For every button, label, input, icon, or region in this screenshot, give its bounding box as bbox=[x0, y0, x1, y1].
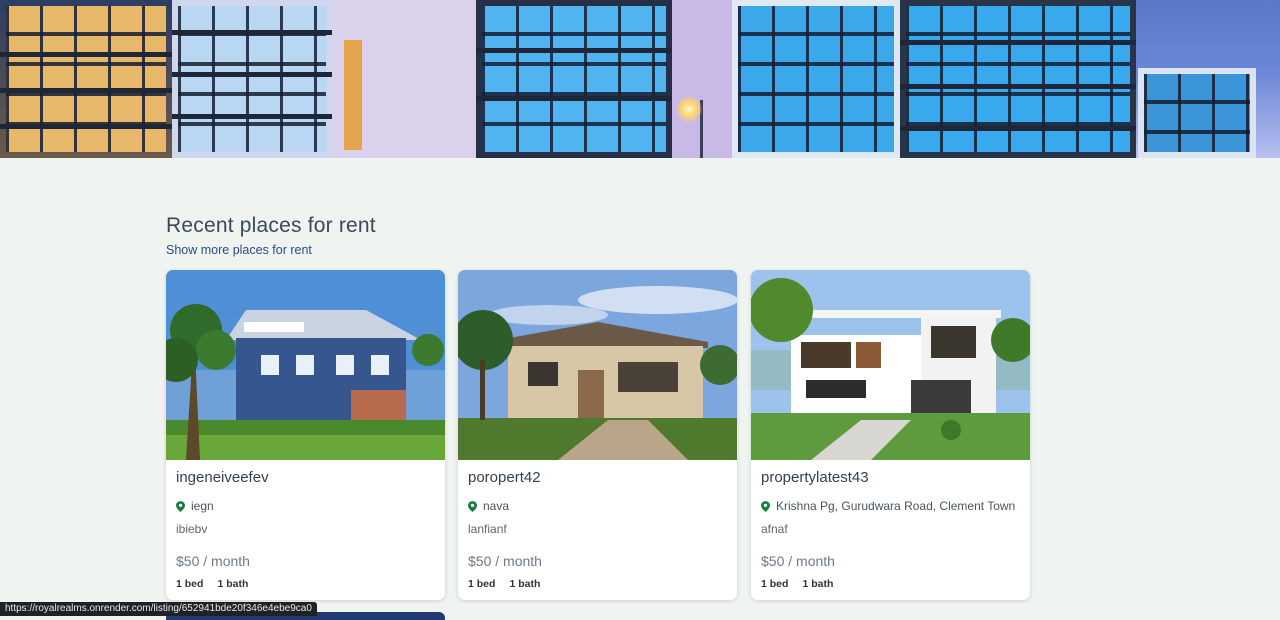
listing-card[interactable]: poropert42 nava lanfianf $50 / month 1 b… bbox=[458, 270, 737, 600]
listing-image[interactable] bbox=[458, 270, 737, 460]
map-pin-icon bbox=[468, 500, 477, 512]
map-pin-icon bbox=[176, 500, 185, 512]
listing-card[interactable]: ingeneiveefev iegn ibiebv $50 / month 1 … bbox=[166, 270, 445, 600]
bath-count: 1 bath bbox=[802, 578, 834, 590]
location-text: iegn bbox=[191, 499, 214, 513]
listing-features: 1 bed 1 bath bbox=[761, 578, 833, 590]
listing-location: Krishna Pg, Gurudwara Road, Clement Town bbox=[761, 499, 1015, 513]
listing-location: iegn bbox=[176, 499, 214, 513]
listing-title[interactable]: poropert42 bbox=[468, 469, 541, 486]
bed-count: 1 bed bbox=[468, 578, 496, 590]
building bbox=[172, 0, 332, 158]
map-pin-icon bbox=[761, 500, 770, 512]
listing-grid: ingeneiveefev iegn ibiebv $50 / month 1 … bbox=[166, 270, 1030, 600]
bed-count: 1 bed bbox=[761, 578, 789, 590]
listing-features: 1 bed 1 bath bbox=[468, 578, 540, 590]
listing-price: $50 / month bbox=[761, 553, 835, 569]
lamp-light bbox=[676, 96, 702, 122]
building bbox=[0, 0, 172, 158]
listing-price: $50 / month bbox=[176, 553, 250, 569]
building bbox=[732, 0, 900, 158]
show-more-link[interactable]: Show more places for rent bbox=[166, 243, 312, 257]
location-text: Krishna Pg, Gurudwara Road, Clement Town bbox=[776, 499, 1016, 513]
bed-count: 1 bed bbox=[176, 578, 204, 590]
building bbox=[332, 0, 476, 158]
listing-description: afnaf bbox=[761, 522, 788, 536]
listing-image[interactable] bbox=[166, 270, 445, 460]
hero-banner-image bbox=[0, 0, 1280, 158]
bath-count: 1 bath bbox=[217, 578, 249, 590]
location-text: nava bbox=[483, 499, 510, 513]
section-title: Recent places for rent bbox=[166, 214, 376, 237]
bath-count: 1 bath bbox=[509, 578, 541, 590]
listing-description: ibiebv bbox=[176, 522, 208, 536]
building bbox=[900, 0, 1136, 158]
building bbox=[1138, 68, 1256, 158]
listing-features: 1 bed 1 bath bbox=[176, 578, 248, 590]
listing-description: lanfianf bbox=[468, 522, 507, 536]
link-preview-status-bar: https://royalrealms.onrender.com/listing… bbox=[0, 602, 317, 616]
listing-title[interactable]: ingeneiveefev bbox=[176, 469, 269, 486]
listing-price: $50 / month bbox=[468, 553, 542, 569]
listing-image[interactable] bbox=[751, 270, 1030, 460]
listing-location: nava bbox=[468, 499, 509, 513]
listing-card[interactable]: propertylatest43 Krishna Pg, Gurudwara R… bbox=[751, 270, 1030, 600]
building bbox=[476, 0, 672, 158]
listing-title[interactable]: propertylatest43 bbox=[761, 469, 869, 486]
